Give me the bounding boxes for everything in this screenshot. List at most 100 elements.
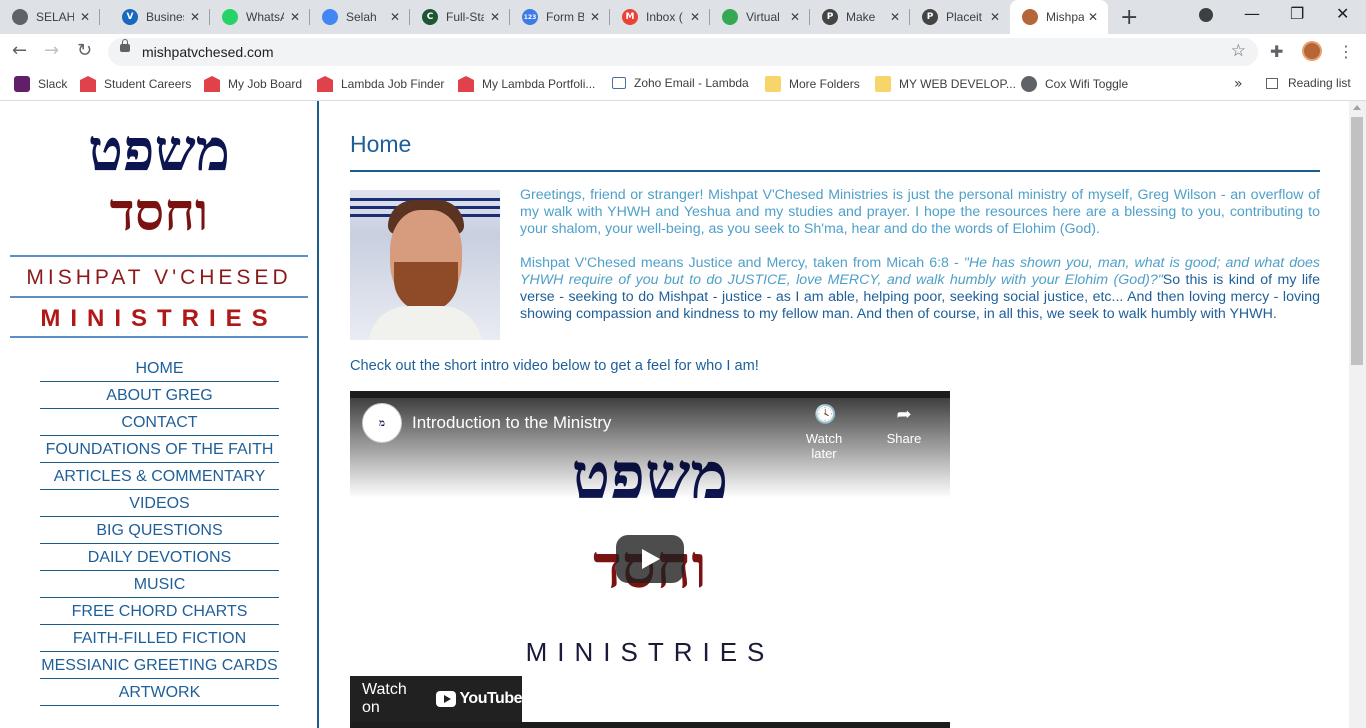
nav-item-messianic-greeting-cards[interactable]: MESSIANIC GREETING CARDS	[40, 652, 279, 679]
close-window-button[interactable]: ✕	[1336, 4, 1349, 23]
nav-item-videos[interactable]: VIDEOS	[40, 490, 279, 517]
bookmark-item[interactable]: Zoho Email - Lambda	[612, 76, 749, 90]
lambda-icon	[317, 76, 333, 92]
new-tab-button[interactable]: +	[1120, 5, 1138, 30]
close-tab-icon[interactable]: ✕	[590, 10, 600, 24]
nav-item-faith-filled-fiction[interactable]: FAITH-FILLED FICTION	[40, 625, 279, 652]
watch-later-button[interactable]: 🕓 Watch later	[794, 405, 854, 462]
close-tab-icon[interactable]: ✕	[1088, 10, 1098, 24]
logo-name: MISHPAT V'CHESED	[26, 266, 292, 289]
close-tab-icon[interactable]: ✕	[490, 10, 500, 24]
bookmark-star-icon[interactable]: ☆	[1231, 41, 1246, 61]
virtual-icon	[722, 9, 738, 25]
browser-tab[interactable]: M Inbox (✕	[610, 0, 710, 34]
bookmark-item[interactable]: My Lambda Portfoli...	[458, 76, 595, 92]
browser-tab[interactable]: C Full-Stack ✕	[410, 0, 510, 34]
browser-tab[interactable]: P Make ✕	[810, 0, 910, 34]
reading-list-icon	[1266, 77, 1278, 89]
tab-title: Placeit	[946, 10, 983, 24]
browser-tab[interactable]: SELAH ✕	[0, 0, 100, 34]
browser-tab[interactable]: WhatsApp ✕	[210, 0, 310, 34]
tab-title: Full-Stack	[446, 10, 484, 24]
tab-title: Inbox (	[646, 10, 683, 24]
nav-item-about-greg[interactable]: ABOUT GREG	[40, 382, 279, 409]
bookmark-item[interactable]: MY WEB DEVELOP...	[875, 76, 1016, 92]
form-icon: 123	[522, 9, 538, 25]
browser-tab[interactable]: V Business ✕	[110, 0, 210, 34]
browser-tab[interactable]: Selah ✕	[310, 0, 410, 34]
bookmark-item[interactable]: Slack	[14, 76, 67, 92]
bookmark-item[interactable]: Lambda Job Finder	[317, 76, 444, 92]
title-divider	[350, 170, 1320, 172]
close-tab-icon[interactable]: ✕	[990, 10, 1000, 24]
restore-button[interactable]: ❐	[1290, 4, 1304, 23]
nav-item-articles-commentary[interactable]: ARTICLES & COMMENTARY	[40, 463, 279, 490]
close-tab-icon[interactable]: ✕	[290, 10, 300, 24]
bookmark-item[interactable]: Student Careers	[80, 76, 191, 92]
vuetify-icon: V	[122, 9, 138, 25]
close-tab-icon[interactable]: ✕	[190, 10, 200, 24]
tab-search-icon[interactable]	[1199, 8, 1213, 22]
nav-item-contact[interactable]: CONTACT	[40, 409, 279, 436]
back-button[interactable]: ←	[12, 40, 27, 61]
nav-item-big-questions[interactable]: BIG QUESTIONS	[40, 517, 279, 544]
life-verse-text: So this is kind	[1162, 272, 1255, 288]
profile-avatar[interactable]	[1302, 41, 1322, 61]
share-button[interactable]: ➦ Share	[874, 405, 934, 447]
watch-on-youtube-button[interactable]: Watch on YouTube	[350, 676, 522, 722]
browser-tab[interactable]: 123 Form B ✕	[510, 0, 610, 34]
profile-favicon-icon	[1022, 9, 1038, 25]
browser-tab[interactable]: Virtual ✕	[710, 0, 810, 34]
tab-title: Business	[146, 10, 184, 24]
tab-title: Make	[846, 10, 876, 24]
reading-list-label: Reading list	[1288, 76, 1351, 90]
close-tab-icon[interactable]: ✕	[690, 10, 700, 24]
url-text[interactable]: mishpatvchesed.com	[142, 44, 274, 60]
bookmark-label: My Job Board	[228, 77, 303, 91]
nav-item-music[interactable]: MUSIC	[40, 571, 279, 598]
nav-item-free-chord-charts[interactable]: FREE CHORD CHARTS	[40, 598, 279, 625]
page-scrollbar[interactable]	[1349, 101, 1366, 728]
video-title[interactable]: Introduction to the Ministry	[412, 413, 611, 433]
play-button[interactable]	[616, 535, 684, 583]
scroll-up-arrow-icon[interactable]	[1353, 105, 1361, 110]
reading-list-button[interactable]: Reading list	[1266, 76, 1351, 90]
bookmark-item[interactable]: Cox Wifi Toggle	[1021, 76, 1128, 92]
minimize-button[interactable]: —	[1244, 4, 1260, 23]
logo-hebrew-mishpat: משפט	[87, 116, 231, 184]
youtube-video-embed[interactable]: משפט וחסד MINISTRIES מ Introduction to t…	[350, 391, 950, 728]
bookmark-item[interactable]: More Folders	[765, 76, 860, 92]
close-tab-icon[interactable]: ✕	[390, 10, 400, 24]
site-logo[interactable]: משפט וחסד MISHPAT V'CHESED MINISTRIES	[10, 115, 308, 340]
micah-reference: Mishpat V'Chesed means Justice and Mercy…	[520, 255, 964, 271]
nav-item-foundations-of-the-faith[interactable]: FOUNDATIONS OF THE FAITH	[40, 436, 279, 463]
close-tab-icon[interactable]: ✕	[80, 10, 90, 24]
logo-ministries: MINISTRIES	[40, 305, 278, 332]
page-title: Home	[350, 131, 412, 157]
tab-title: Form B	[546, 10, 584, 24]
channel-avatar[interactable]: מ	[362, 403, 402, 443]
tab-title: Virtual	[746, 10, 780, 24]
more-bookmarks-button[interactable]: »	[1234, 76, 1243, 92]
intro-paragraph: Greetings, friend or stranger! Mishpat V…	[520, 187, 1320, 237]
browser-tab[interactable]: P Placeit ✕	[910, 0, 1010, 34]
nav-item-daily-devotions[interactable]: DAILY DEVOTIONS	[40, 544, 279, 571]
lock-icon[interactable]	[120, 39, 130, 52]
forward-button[interactable]: →	[44, 40, 59, 61]
nav-item-home[interactable]: HOME	[40, 355, 279, 382]
logo-divider	[10, 255, 308, 257]
browser-tab[interactable]: Mishpat ✕	[1010, 0, 1108, 34]
tab-strip: SELAH ✕ V Business ✕ WhatsApp ✕ Selah ✕ C Full-Sta…	[0, 0, 1366, 34]
scroll-thumb[interactable]	[1351, 117, 1363, 365]
close-tab-icon[interactable]: ✕	[790, 10, 800, 24]
bookmark-label: Student Careers	[104, 77, 192, 91]
reload-button[interactable]: ↻	[77, 40, 92, 61]
extensions-icon[interactable]: ✚	[1270, 42, 1283, 61]
bookmark-item[interactable]: My Job Board	[204, 76, 302, 92]
close-tab-icon[interactable]: ✕	[890, 10, 900, 24]
address-bar[interactable]: mishpatvchesed.com ☆	[108, 38, 1258, 66]
nav-item-artwork[interactable]: ARTWORK	[40, 679, 279, 706]
globe-icon	[1021, 76, 1037, 92]
bookmark-label: My Lambda Portfoli...	[482, 77, 596, 91]
menu-icon[interactable]: ⋮	[1338, 42, 1354, 61]
